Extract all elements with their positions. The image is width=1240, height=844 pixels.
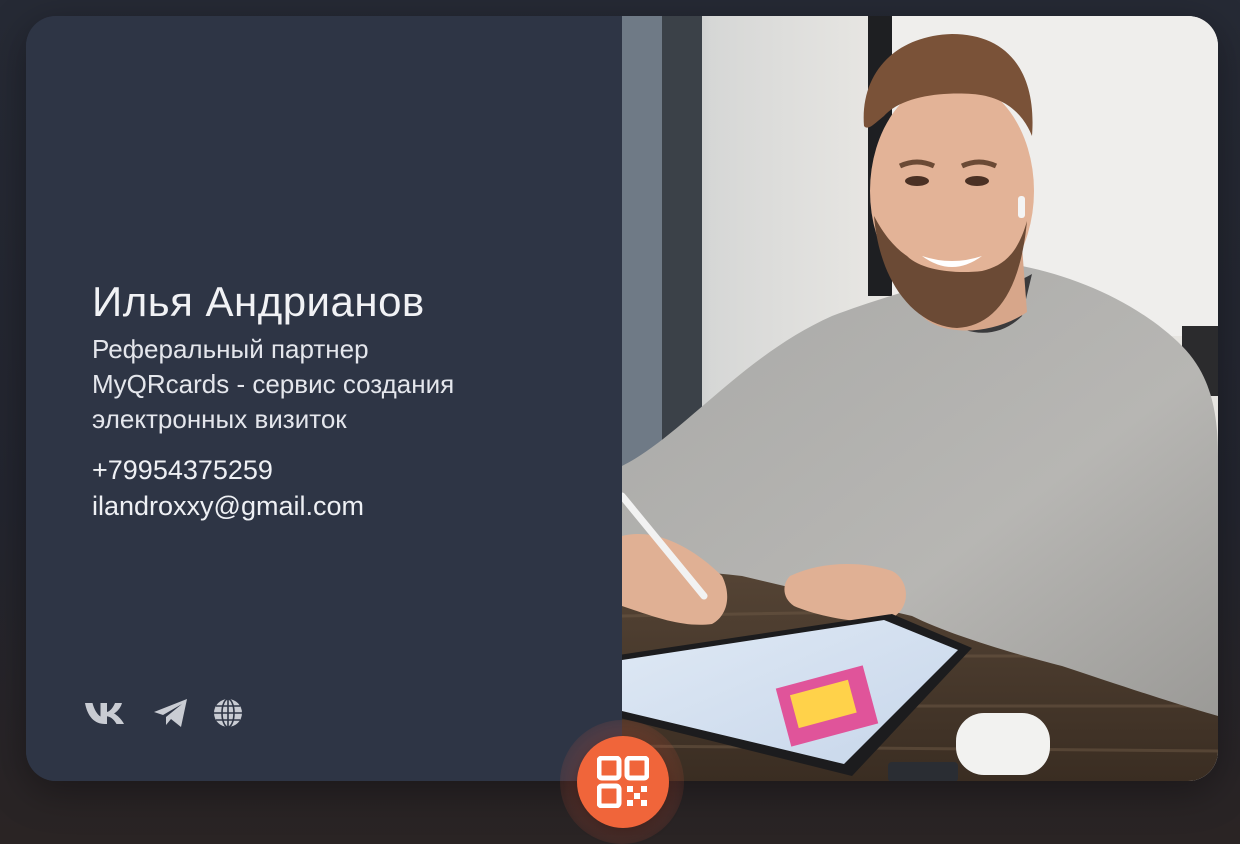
role-line: Реферальный партнер xyxy=(92,334,369,364)
qr-code-icon xyxy=(597,756,649,808)
social-links xyxy=(84,696,266,730)
person-name: Илья Андрианов xyxy=(92,278,425,325)
phone-link[interactable]: +79954375259 xyxy=(92,455,273,486)
info-panel: Илья Андрианов Реферальный партнер MyQRc… xyxy=(26,16,622,781)
profile-photo xyxy=(622,16,1218,781)
role-line: электронных визиток xyxy=(92,404,347,434)
website-link[interactable] xyxy=(212,697,244,729)
vk-icon xyxy=(85,703,124,724)
globe-icon xyxy=(214,698,242,728)
email-link[interactable]: ilandroxxy@gmail.com xyxy=(92,491,364,522)
photo-image xyxy=(622,16,1218,781)
qr-code-button[interactable] xyxy=(577,736,669,828)
telegram-link[interactable] xyxy=(152,697,190,729)
person-role: Реферальный партнер MyQRcards - сервис с… xyxy=(92,332,562,437)
business-card: Илья Андрианов Реферальный партнер MyQRc… xyxy=(26,16,1218,781)
vk-link[interactable] xyxy=(84,700,130,726)
role-line: MyQRcards - сервис создания xyxy=(92,369,455,399)
telegram-icon xyxy=(154,699,187,727)
